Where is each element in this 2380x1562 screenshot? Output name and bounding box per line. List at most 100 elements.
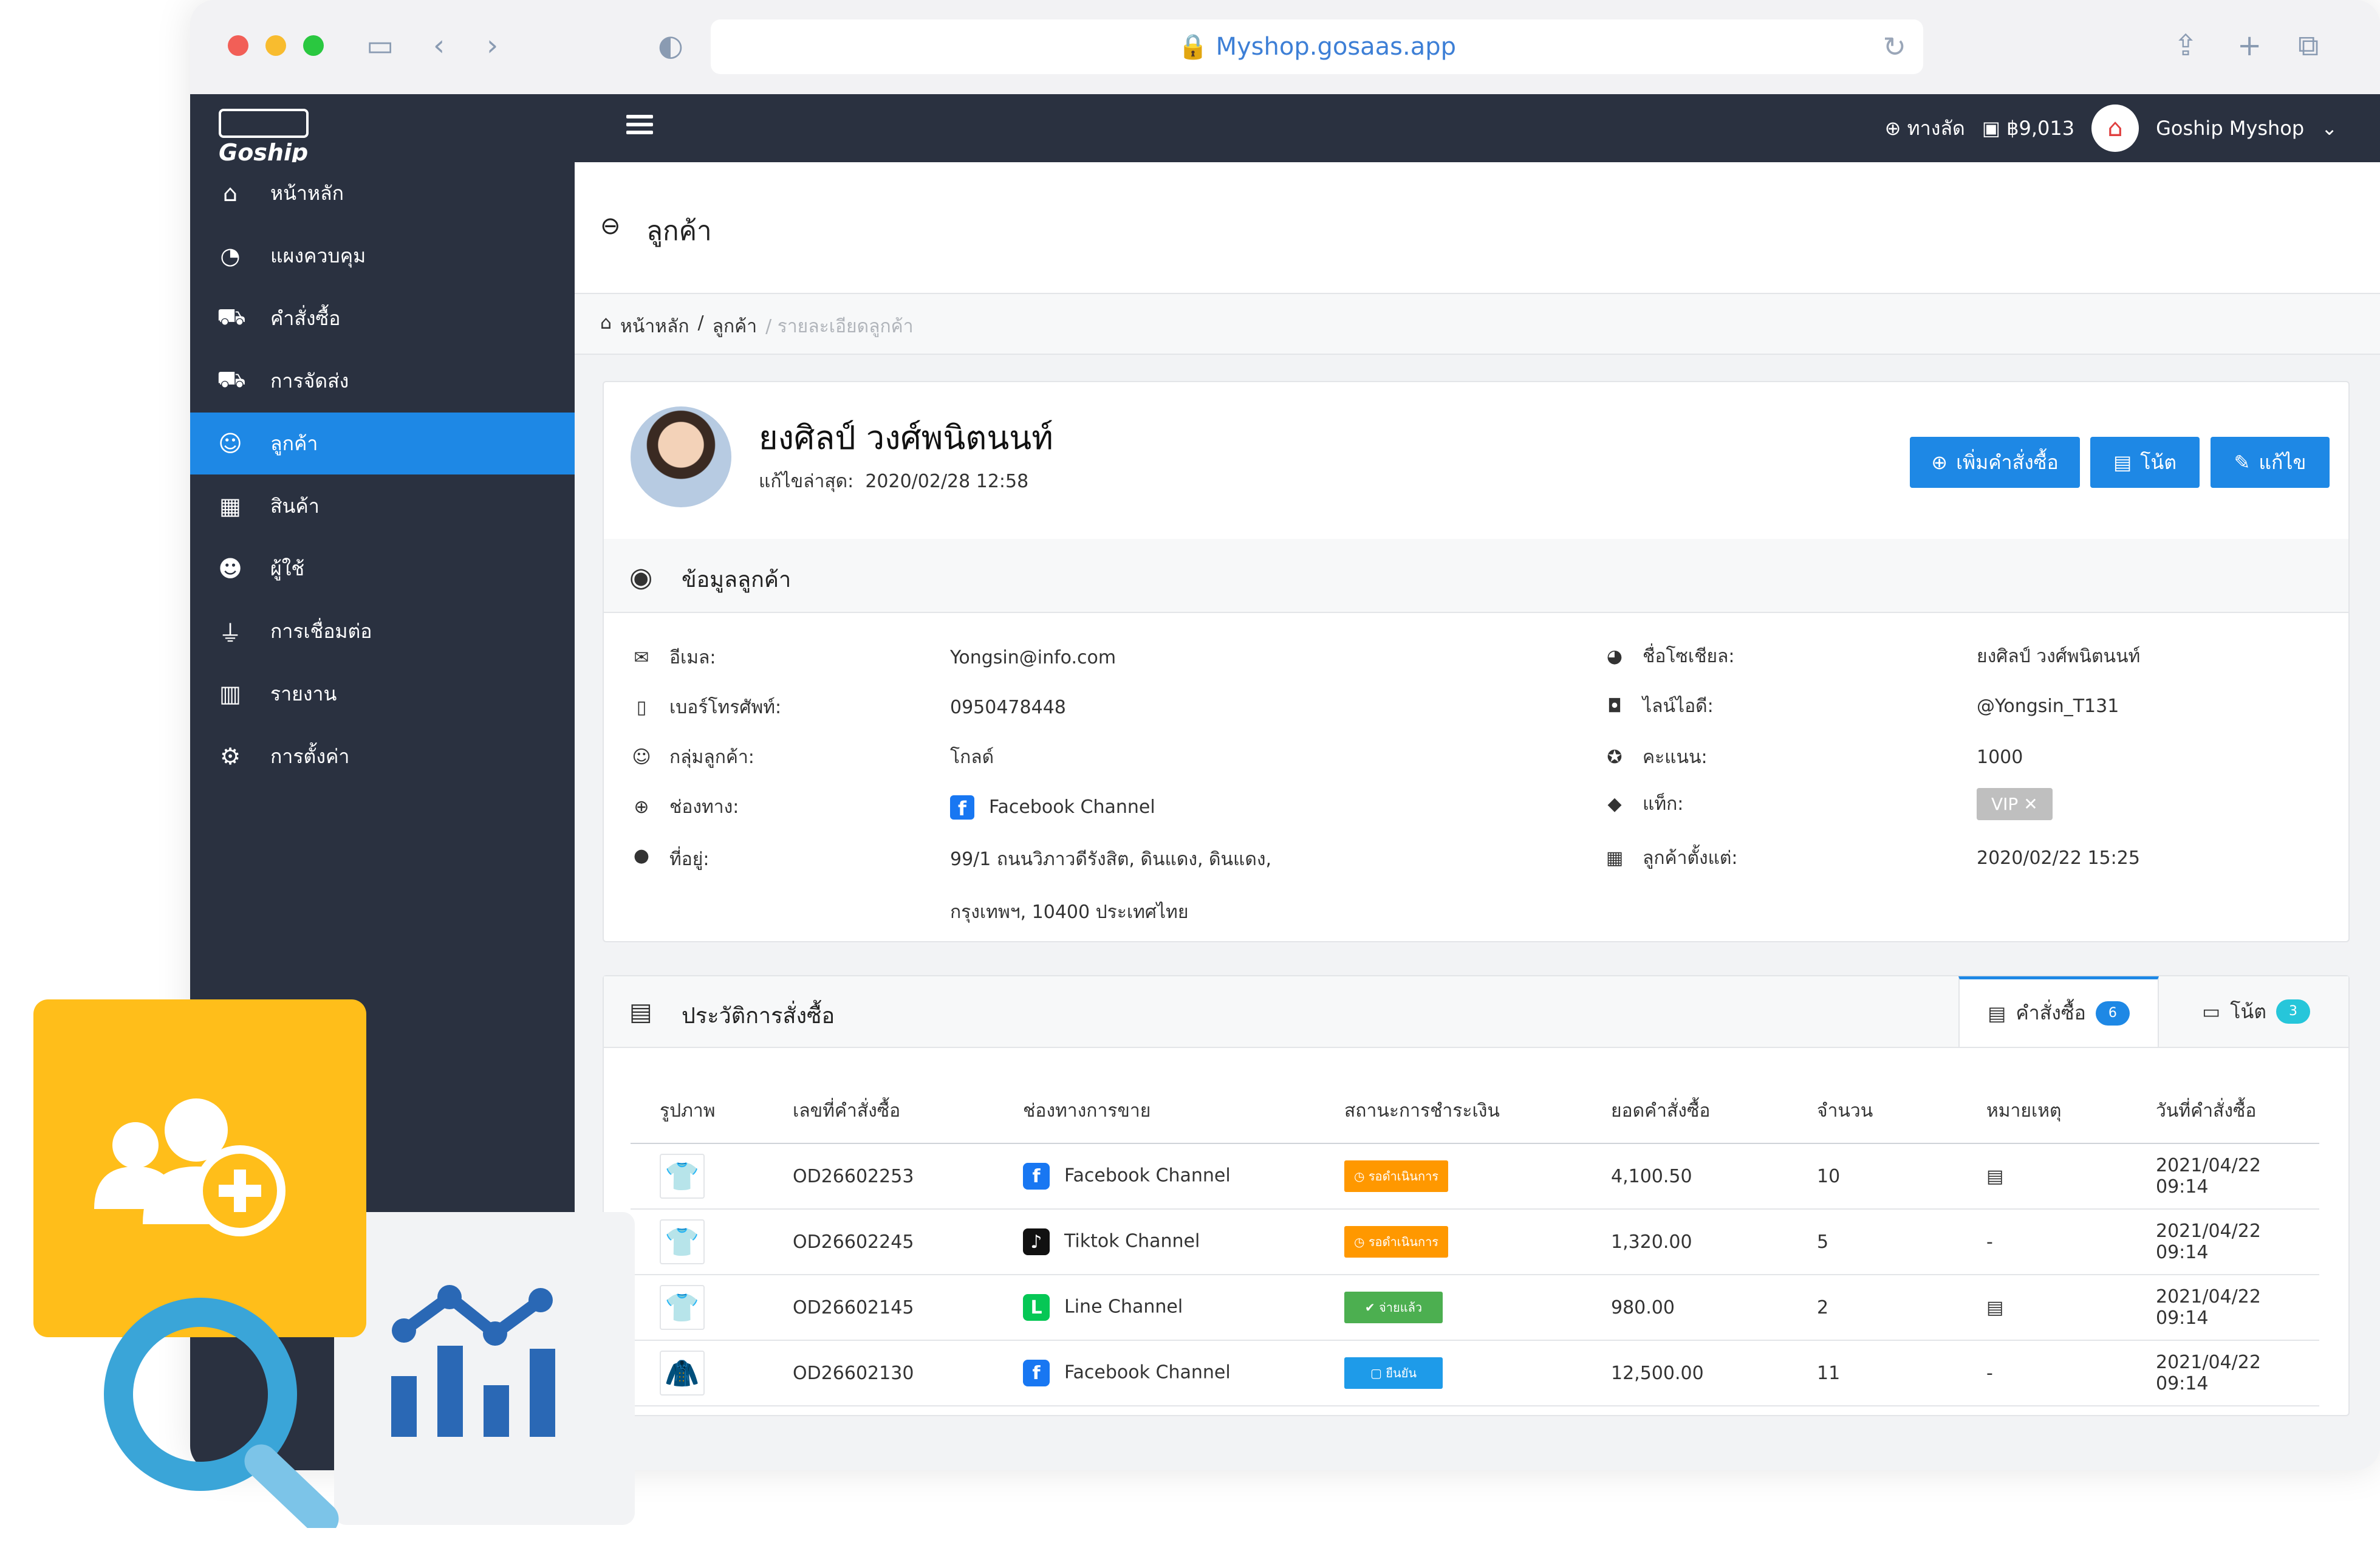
shortcut-button[interactable]: ⊕ ทางลัด (1885, 113, 1965, 144)
topbar-actions: ⊕ ทางลัด ▣ ฿9,013 ⌂ Goship Myshop ⌄ (1885, 94, 2337, 162)
forward-arrow-icon[interactable]: › (487, 29, 498, 62)
minimize-window-button[interactable] (265, 35, 286, 56)
avatar (631, 406, 731, 507)
order-amount: 12,500.00 (1582, 1340, 1788, 1406)
back-arrow-icon[interactable]: ‹ (433, 29, 445, 62)
sidebar-toggle-icon[interactable]: ▭ (366, 29, 394, 62)
reload-icon[interactable]: ↻ (1882, 30, 1906, 63)
table-row[interactable]: 🧥 OD26602130 f Facebook Channel ▢ ยืนยัน … (631, 1340, 2319, 1406)
sidebar-item-orders[interactable]: ⛟ คำสั่งซื้อ (190, 287, 575, 349)
sidebar-item-users[interactable]: ☻ ผู้ใช้ (190, 538, 575, 600)
breadcrumb-customers[interactable]: ลูกค้า (713, 312, 757, 341)
col-order-no[interactable]: เลขที่คำสั่งซื้อ (764, 1078, 994, 1144)
product-thumbnail[interactable]: 🧥 (660, 1351, 705, 1396)
sidebar-item-home[interactable]: ⌂ หน้าหลัก (190, 162, 575, 224)
app-topbar: Goship ⊕ ทางลัด ▣ ฿9,013 ⌂ Goship Myshop… (190, 94, 2380, 166)
vip-tag[interactable]: VIP ✕ (1977, 788, 2053, 820)
email-value: Yongsin@info.com (950, 647, 1116, 668)
gear-icon: ⚙ (219, 743, 241, 770)
status-badge: ✔ จ่ายแล้ว (1344, 1292, 1443, 1323)
sidebar-item-shipping[interactable]: ⛟ การจัดส่ง (190, 350, 575, 412)
comment-icon: ▭ (2201, 1000, 2221, 1023)
col-payment-status[interactable]: สถานะการชำระเงิน (1315, 1078, 1582, 1144)
document-icon: ▤ (629, 998, 652, 1026)
maximize-window-button[interactable] (303, 35, 324, 56)
col-amount[interactable]: ยอดคำสั่งซื้อ (1582, 1078, 1788, 1144)
sidebar-item-products[interactable]: ▦ สินค้า (190, 475, 575, 537)
sidebar-item-reports[interactable]: ▥ รายงาน (190, 663, 575, 725)
customer-since-row: ▦ ลูกค้าตั้งแต่: 2020/02/22 15:25 (1602, 844, 2140, 872)
add-order-button[interactable]: ⊕ เพิ่มคำสั่งซื้อ (1910, 437, 2080, 488)
col-qty[interactable]: จำนวน (1788, 1078, 1957, 1144)
col-image[interactable]: รูปภาพ (631, 1078, 764, 1144)
edit-button[interactable]: ✎ แก้ไข (2211, 437, 2330, 488)
channel-name: Line Channel (1064, 1296, 1183, 1318)
order-amount: 980.00 (1582, 1275, 1788, 1341)
sidebar-item-dashboard[interactable]: ◔ แผงควบคุม (190, 225, 575, 287)
tag-row: ◆ แท็ก: VIP ✕ (1602, 788, 2053, 820)
address-bar[interactable]: 🔒 Myshop.gosaas.app ↻ (711, 19, 1923, 74)
new-tab-icon[interactable]: + (2237, 29, 2262, 62)
col-date[interactable]: วันที่คำสั่งซื้อ (2127, 1078, 2319, 1144)
tabs-overview-icon[interactable]: ⧉ (2298, 29, 2319, 62)
shop-name[interactable]: Goship Myshop (2156, 117, 2304, 140)
points-value: 1000 (1977, 747, 2023, 768)
status-badge: ◷ รอดำเนินการ (1344, 1160, 1449, 1192)
close-icon[interactable]: ✕ (2023, 794, 2037, 814)
sidebar-item-integrations[interactable]: ⏚ การเชื่อมต่อ (190, 600, 575, 662)
chart-icon: ▥ (219, 680, 241, 707)
product-thumbnail[interactable]: 👕 (660, 1219, 705, 1264)
col-channel[interactable]: ช่องทางการขาย (994, 1078, 1315, 1144)
truck-icon: ⛟ (217, 366, 246, 392)
medal-icon: ✪ (1607, 747, 1623, 768)
customer-since-value: 2020/02/22 15:25 (1977, 848, 2140, 869)
url-text: Myshop.gosaas.app (1216, 33, 1457, 61)
note-button[interactable]: ▤ โน้ต (2090, 437, 2200, 488)
sidebar-item-customers[interactable]: ☺ ลูกค้า (190, 413, 575, 474)
magnifier-icon (104, 1298, 339, 1528)
table-header-row: รูปภาพ เลขที่คำสั่งซื้อ ช่องทางการขาย สถ… (631, 1078, 2319, 1144)
share-icon[interactable]: ⇪ (2173, 29, 2198, 62)
table-row[interactable]: 👕 OD26602253 f Facebook Channel ◷ รอดำเนิ… (631, 1143, 2319, 1210)
social-name-row: ◕ ชื่อโซเชียล: ยงศิลป์ วงศ์พนิตนนท์ (1602, 642, 2140, 671)
home-icon: ⌂ (600, 312, 612, 334)
comment-icon[interactable]: ▤ (1957, 1275, 2127, 1341)
order-number[interactable]: OD26602253 (764, 1143, 994, 1210)
plus-circle-icon: ⊕ (1931, 451, 1948, 474)
map-pin-icon: ● (633, 845, 650, 866)
order-number[interactable]: OD26602145 (764, 1275, 994, 1341)
comment-icon[interactable]: ▤ (1957, 1143, 2127, 1210)
goship-logo[interactable]: Goship (219, 109, 309, 166)
tag-icon: ◆ (1607, 793, 1622, 815)
product-thumbnail[interactable]: 👕 (660, 1154, 705, 1199)
document-icon: ▤ (1988, 1001, 2006, 1025)
order-number[interactable]: OD26602245 (764, 1209, 994, 1275)
comment-icon: ▤ (2113, 451, 2132, 474)
product-thumbnail[interactable]: 👕 (660, 1285, 705, 1330)
tab-orders[interactable]: ▤ คำสั่งซื้อ 6 (1958, 976, 2159, 1047)
col-note[interactable]: หมายเหตุ (1957, 1078, 2127, 1144)
shop-avatar[interactable]: ⌂ (2091, 104, 2139, 152)
back-circle-icon[interactable]: ⊖ (600, 212, 621, 240)
orders-count-badge: 6 (2095, 1001, 2130, 1026)
edit-icon: ✎ (2234, 451, 2251, 474)
box-icon: ▦ (219, 493, 241, 519)
shield-icon[interactable]: ◐ (658, 29, 683, 62)
wallet-balance[interactable]: ▣ ฿9,013 (1982, 117, 2074, 140)
wallet-icon: ▣ (1982, 117, 2000, 140)
status-badge: ◷ รอดำเนินการ (1344, 1226, 1449, 1258)
breadcrumb-home[interactable]: หน้าหลัก (620, 312, 689, 341)
channel-name: Tiktok Channel (1064, 1230, 1200, 1252)
line-id-row: ◘ ไลน์ไอดี: @Yongsin_T131 (1602, 692, 2119, 721)
sidebar-item-settings[interactable]: ⚙ การตั้งค่า (190, 725, 575, 787)
address-value: 99/1 ถนนวิภาวดีรังสิต, ดินแดง, ดินแดง, กร… (950, 849, 1272, 923)
table-row[interactable]: 👕 OD26602245 ♪ Tiktok Channel ◷ รอดำเนินก… (631, 1209, 2319, 1275)
order-number[interactable]: OD26602130 (764, 1340, 994, 1406)
menu-toggle-button[interactable] (626, 115, 653, 142)
tiktok-icon: ♪ (1023, 1228, 1050, 1255)
close-window-button[interactable] (228, 35, 248, 56)
chevron-down-icon[interactable]: ⌄ (2321, 117, 2337, 140)
tab-notes[interactable]: ▭ โน้ต 3 (2171, 976, 2341, 1047)
group-value: โกลด์ (950, 747, 994, 768)
table-row[interactable]: 👕 OD26602145 L Line Channel ✔ จ่ายแล้ว 98… (631, 1275, 2319, 1341)
